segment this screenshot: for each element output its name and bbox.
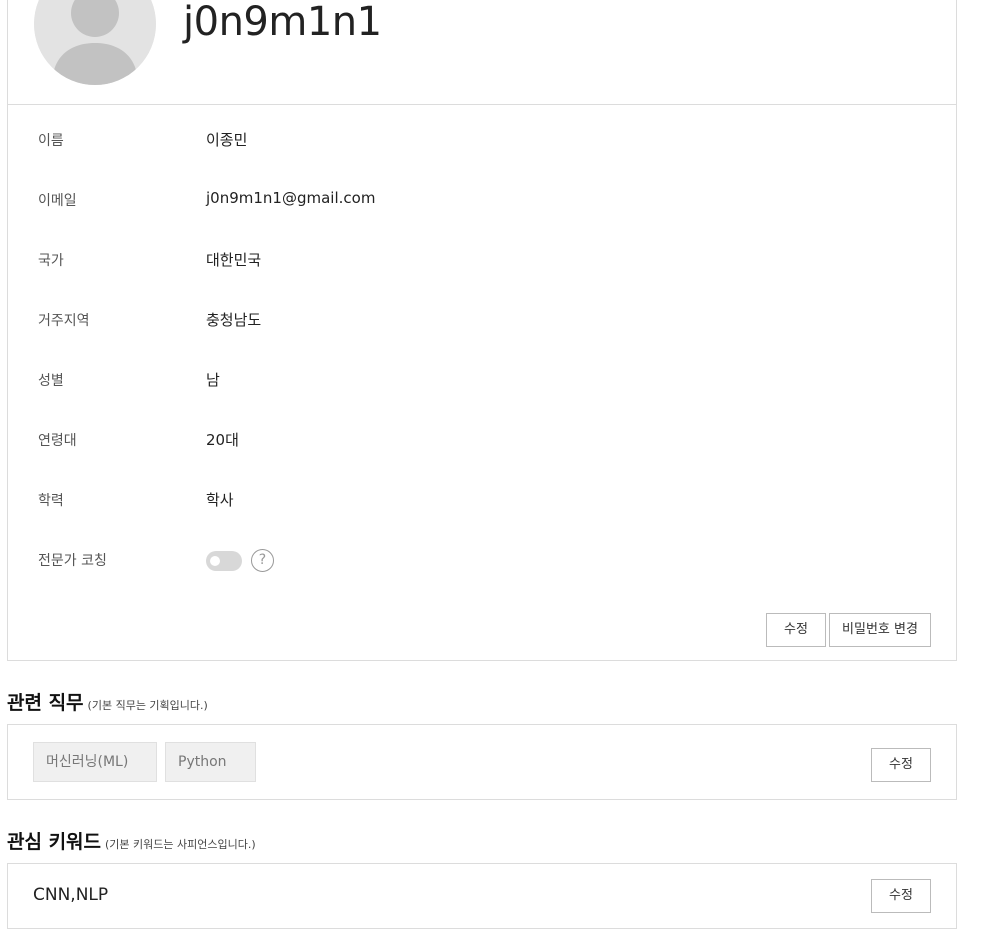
field-row-education: 학력 학사 xyxy=(8,480,956,520)
field-row-email: 이메일 j0n9m1n1@gmail.com xyxy=(8,180,956,220)
field-row-age: 연령대 20대 xyxy=(8,420,956,460)
field-row-gender: 성별 남 xyxy=(8,360,956,400)
job-tag: Python xyxy=(165,742,256,782)
edit-jobs-button[interactable]: 수정 xyxy=(871,748,931,782)
field-row-region: 거주지역 충청남도 xyxy=(8,300,956,340)
profile-card: j0n9m1n1 이름 이종민 이메일 j0n9m1n1@gmail.com 국… xyxy=(7,0,957,661)
field-value: 남 xyxy=(206,371,220,389)
jobs-section-title: 관련 직무 (기본 직무는 기획입니다.) xyxy=(7,688,208,715)
jobs-box: 머신러닝(ML) Python 수정 xyxy=(7,724,957,800)
avatar-icon xyxy=(34,0,156,85)
keywords-box: CNN,NLP 수정 xyxy=(7,863,957,929)
field-label: 이름 xyxy=(38,133,64,149)
toggle-knob xyxy=(210,556,220,566)
keywords-section-title: 관심 키워드 (기본 키워드는 사피언스입니다.) xyxy=(7,827,256,854)
username-title: j0n9m1n1 xyxy=(183,0,382,45)
field-label: 거주지역 xyxy=(38,313,90,329)
profile-header: j0n9m1n1 xyxy=(8,0,956,105)
keywords-title: 관심 키워드 xyxy=(7,831,102,853)
field-label: 성별 xyxy=(38,373,64,389)
jobs-note: (기본 직무는 기획입니다.) xyxy=(87,699,208,712)
keywords-note: (기본 키워드는 사피언스입니다.) xyxy=(105,838,256,851)
help-icon[interactable]: ? xyxy=(251,549,274,572)
job-tag: 머신러닝(ML) xyxy=(33,742,157,782)
field-value: 20대 xyxy=(206,431,239,449)
field-row-coaching: 전문가 코칭 ? xyxy=(8,540,956,580)
field-value: 학사 xyxy=(206,491,234,509)
keywords-value: CNN,NLP xyxy=(33,885,109,905)
field-value: j0n9m1n1@gmail.com xyxy=(206,189,376,207)
field-value: 대한민국 xyxy=(206,251,262,269)
field-label: 이메일 xyxy=(38,193,77,209)
edit-keywords-button[interactable]: 수정 xyxy=(871,879,931,913)
field-value: 충청남도 xyxy=(206,311,262,329)
field-row-country: 국가 대한민국 xyxy=(8,240,956,280)
field-label: 국가 xyxy=(38,253,64,269)
jobs-title: 관련 직무 xyxy=(7,692,84,714)
edit-profile-button[interactable]: 수정 xyxy=(766,613,826,647)
change-password-button[interactable]: 비밀번호 변경 xyxy=(829,613,931,647)
field-label: 학력 xyxy=(38,493,64,509)
coaching-toggle[interactable] xyxy=(206,551,242,571)
field-value: 이종민 xyxy=(206,131,248,149)
field-label: 전문가 코칭 xyxy=(38,553,107,569)
field-label: 연령대 xyxy=(38,433,77,449)
field-row-name: 이름 이종민 xyxy=(8,120,956,160)
